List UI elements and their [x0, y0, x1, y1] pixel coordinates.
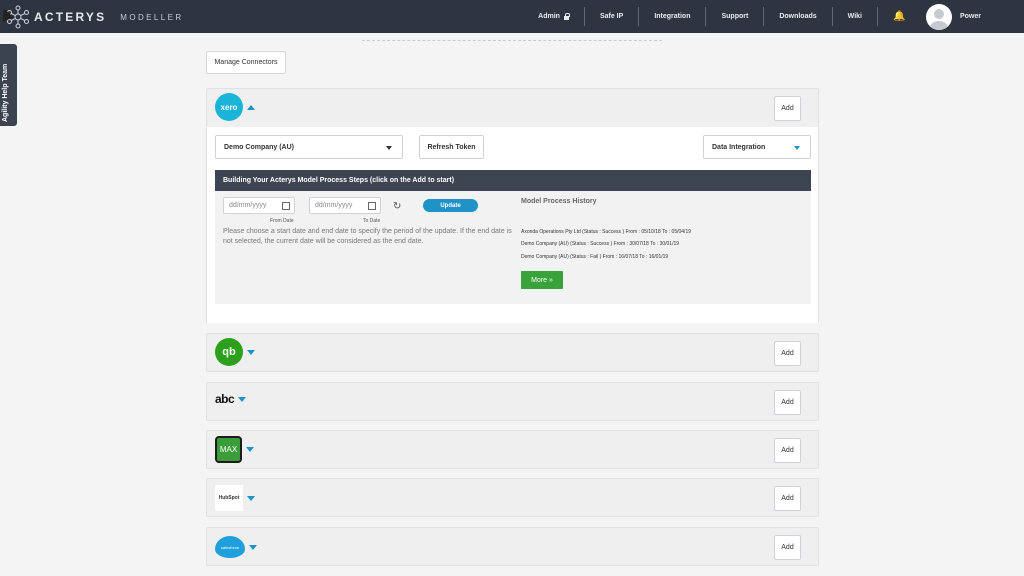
panel-header: MAX Add [207, 431, 818, 469]
nav-admin[interactable]: Admin [523, 7, 585, 26]
nav-admin-label: Admin [538, 13, 560, 20]
panel-header: salesforce Add [207, 528, 818, 566]
company-select-value: Demo Company (AU) [224, 143, 295, 151]
panel-header: xero Add [207, 89, 818, 127]
chevron-down-icon [249, 544, 257, 550]
notifications-button[interactable]: 🔔 [878, 7, 920, 26]
nav-downloads-label: Downloads [779, 13, 817, 20]
connector-panel-hubspot: HubSpot Add [206, 478, 819, 517]
nav-downloads[interactable]: Downloads [764, 7, 833, 26]
steps-body: dd/mm/yyyy From Date dd/mm/yyyy To Date … [215, 191, 811, 304]
calendar-icon [368, 202, 376, 210]
nav-integration-label: Integration [654, 13, 691, 20]
nav-wiki-label: Wiki [847, 13, 862, 20]
lock-icon [563, 12, 570, 20]
max-logo-icon: MAX [215, 436, 242, 463]
abc-logo-icon: abc [215, 392, 235, 406]
top-navbar: ACTERYS MODELLER Admin Safe IP Integrati… [0, 0, 1024, 33]
connector-panel-quickbooks: qb Add [206, 333, 819, 372]
user-name[interactable]: Power [960, 13, 981, 20]
history-item: Axonda Operations Pty Ltd (Status : Succ… [521, 229, 691, 235]
manage-connectors-button[interactable]: Manage Connectors [206, 51, 286, 74]
date-hint: Please choose a start date and end date … [223, 228, 512, 245]
from-date-label: From Date [270, 218, 294, 224]
connector-panel-xero: xero Add Demo Company (AU) Refresh Token… [206, 88, 819, 323]
from-date-input[interactable]: dd/mm/yyyy [223, 197, 295, 214]
from-date-placeholder: dd/mm/yyyy [229, 202, 267, 209]
calendar-icon [282, 202, 290, 210]
chevron-down-icon [386, 146, 392, 150]
add-button[interactable]: Add [774, 486, 801, 511]
connector-toggle-max[interactable]: MAX [215, 436, 254, 463]
connector-toggle-abc[interactable]: abc [215, 392, 247, 406]
panel-header: qb Add [207, 334, 818, 372]
connector-toggle-hubspot[interactable]: HubSpot [215, 485, 255, 511]
mode-select[interactable]: Data Integration [703, 135, 811, 159]
history-item: Demo Company (AU) (Status : Success ) Fr… [521, 241, 680, 247]
chevron-down-icon [246, 447, 254, 452]
quickbooks-logo-icon: qb [215, 338, 243, 366]
nav-integration[interactable]: Integration [639, 7, 707, 26]
nav-support[interactable]: Support [706, 7, 765, 26]
help-tab-label: Agility Help Team [2, 63, 9, 122]
add-button[interactable]: Add [774, 535, 801, 560]
divider [362, 40, 662, 41]
update-button[interactable]: Update [423, 199, 478, 212]
connector-toggle-salesforce[interactable]: salesforce [215, 536, 257, 558]
company-select[interactable]: Demo Company (AU) [215, 135, 403, 159]
chevron-down-icon [247, 495, 255, 501]
chevron-down-icon [247, 349, 255, 355]
more-button[interactable]: More » [521, 271, 563, 289]
hubspot-logo-icon: HubSpot [215, 485, 243, 511]
brand[interactable]: ACTERYS MODELLER [6, 5, 184, 29]
to-date-label: To Date [363, 218, 381, 224]
xero-logo-icon: xero [215, 93, 243, 121]
bell-icon: 🔔 [892, 11, 906, 22]
xero-body: Demo Company (AU) Refresh Token Data Int… [207, 127, 818, 323]
top-nav: Admin Safe IP Integration Support Downlo… [523, 0, 1024, 33]
chevron-down-icon [238, 396, 247, 402]
brand-name: ACTERYS [34, 10, 107, 24]
refresh-icon[interactable]: ↻ [393, 201, 401, 212]
connector-panel-salesforce: salesforce Add [206, 527, 819, 566]
to-date-input[interactable]: dd/mm/yyyy [309, 197, 381, 214]
salesforce-logo-icon: salesforce [215, 536, 245, 558]
nav-support-label: Support [721, 13, 749, 20]
avatar[interactable] [925, 3, 952, 30]
history-item: Demo Company (AU) (Status : Fail ) From … [521, 254, 669, 260]
connector-toggle-quickbooks[interactable]: qb [215, 338, 255, 366]
panel-header: HubSpot Add [207, 479, 818, 517]
brand-subtitle: MODELLER [120, 12, 184, 22]
help-tab[interactable]: Agility Help Team [0, 44, 17, 126]
connector-panel-max: MAX Add [206, 430, 819, 469]
to-date-placeholder: dd/mm/yyyy [315, 202, 353, 209]
refresh-token-button[interactable]: Refresh Token [419, 135, 484, 159]
mode-select-value: Data Integration [712, 143, 766, 151]
connector-toggle-xero[interactable]: xero [215, 93, 255, 121]
chevron-down-icon [794, 146, 800, 150]
connector-panel-abc: abc Add [206, 382, 819, 421]
panel-header: abc Add [207, 383, 818, 421]
add-button[interactable]: Add [774, 341, 801, 366]
add-button[interactable]: Add [774, 438, 801, 463]
add-button[interactable]: Add [774, 390, 801, 415]
add-button[interactable]: Add [774, 96, 801, 121]
nav-safe-ip[interactable]: Safe IP [585, 7, 640, 26]
nav-wiki[interactable]: Wiki [833, 7, 878, 26]
nav-safe-ip-label: Safe IP [599, 13, 624, 20]
steps-header: Building Your Acterys Model Process Step… [215, 170, 811, 191]
history-title: Model Process History [521, 198, 597, 205]
chevron-up-icon [247, 104, 255, 110]
